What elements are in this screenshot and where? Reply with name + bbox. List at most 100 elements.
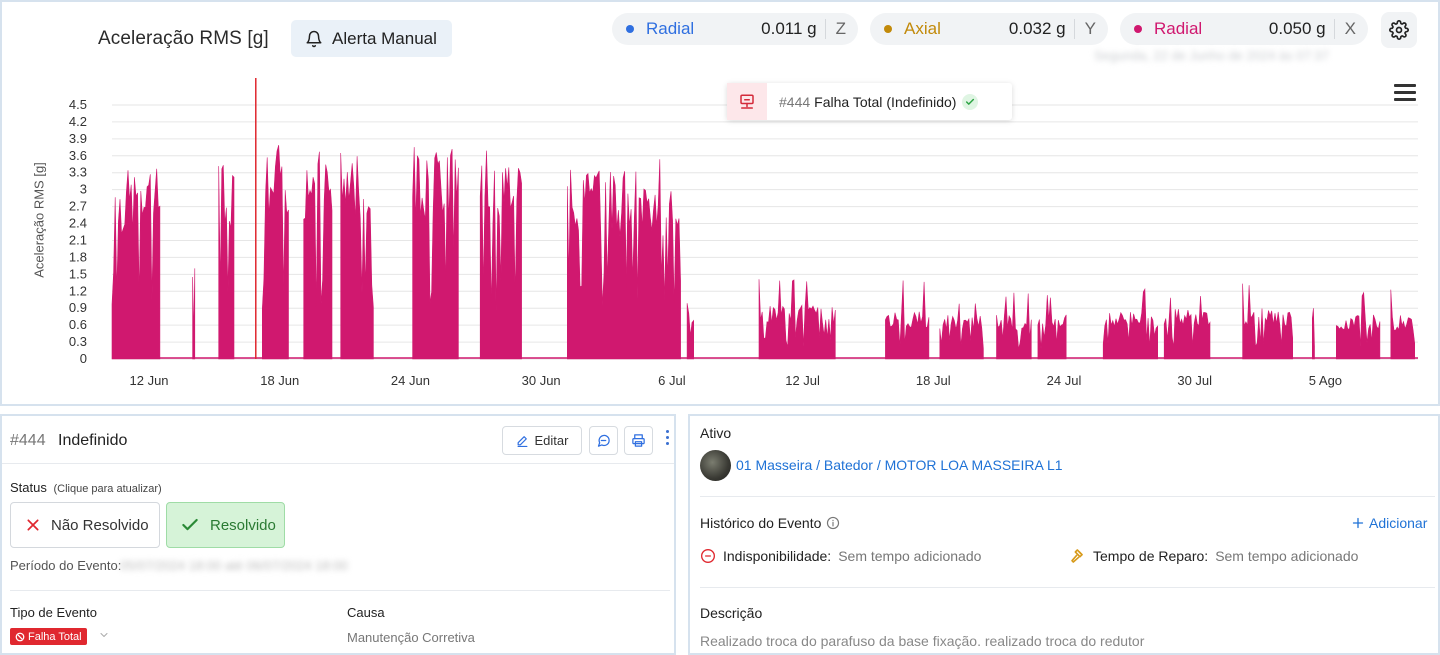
event-number: #444 <box>10 432 46 449</box>
event-period-value: 05/07/2024 18:00 até 06/07/2024 18:00 <box>120 558 348 573</box>
series-burst <box>261 145 289 360</box>
cause-value: Manutenção Corretiva <box>347 630 475 645</box>
asset-link[interactable]: 01 Masseira / Batedor / MOTOR LOA MASSEI… <box>736 457 1063 473</box>
status-section: Status (Clique para atualizar) <box>10 480 162 495</box>
description-label: Descrição <box>700 605 763 621</box>
y-tick-label: 0.6 <box>69 317 87 332</box>
x-tick-label: 18 Jun <box>260 373 299 388</box>
series-burst <box>996 292 1032 360</box>
repair-time-value: Sem tempo adicionado <box>1215 548 1359 564</box>
failure-icon <box>727 83 767 120</box>
repair-time-row: Tempo de Reparo: Sem tempo adicionado <box>1070 548 1358 564</box>
series-burst <box>939 303 984 360</box>
divider <box>700 496 1435 497</box>
add-button[interactable]: Adicionar <box>1352 515 1427 531</box>
tooltip-event-number: #444 <box>779 93 811 110</box>
repair-time-label: Tempo de Reparo: <box>1093 548 1209 564</box>
series-burst <box>479 150 522 360</box>
power-off-icon <box>701 549 715 563</box>
series-burst <box>1336 291 1381 360</box>
unavailability-row: Indisponibilidade: Sem tempo adicionado <box>700 548 981 564</box>
y-tick-label: 2.4 <box>69 216 87 231</box>
event-detail-card: Ativo 01 Masseira / Batedor / MOTOR LOA … <box>688 414 1440 655</box>
asset-label: Ativo <box>700 425 732 441</box>
y-tick-label: 0.3 <box>69 334 87 349</box>
x-tick-label: 12 Jun <box>130 373 169 388</box>
unavailability-label: Indisponibilidade: <box>723 548 832 564</box>
y-tick-label: 3.9 <box>69 131 87 146</box>
unavailability-value: Sem tempo adicionado <box>838 548 982 564</box>
event-card-header: #444 Indefinido Editar <box>2 416 674 464</box>
event-type-badge[interactable]: Falha Total <box>10 628 87 645</box>
tooltip-event-status: (Indefinido) <box>886 93 957 110</box>
y-tick-label: 3.3 <box>69 165 87 180</box>
status-hint: (Clique para atualizar) <box>53 483 162 495</box>
series-burst <box>1312 308 1315 360</box>
y-tick-label: 0 <box>80 351 87 366</box>
series-burst <box>1242 283 1293 360</box>
y-tick-label: 1.8 <box>69 249 87 264</box>
check-icon <box>962 93 979 110</box>
asset-avatar <box>700 450 731 481</box>
x-tick-label: 30 Jul <box>1177 373 1212 388</box>
x-tick-label: 24 Jun <box>391 373 430 388</box>
resolved-button[interactable]: Resolvido <box>166 502 285 548</box>
close-icon <box>27 519 39 531</box>
series-burst <box>885 280 930 360</box>
series-burst <box>1390 289 1415 360</box>
comment-button[interactable] <box>589 426 618 455</box>
event-tooltip[interactable]: #444 Falha Total (Indefinido) <box>727 83 1012 120</box>
series-burst <box>218 165 235 360</box>
chevron-down-icon[interactable] <box>98 629 110 641</box>
more-options-icon[interactable] <box>662 430 672 450</box>
y-tick-label: 4.5 <box>69 97 87 112</box>
y-tick-label: 2.1 <box>69 232 87 247</box>
edit-button[interactable]: Editar <box>502 426 582 455</box>
chart-panel: Aceleração RMS [g] Alerta Manual Radial … <box>0 0 1440 406</box>
cause-label: Causa <box>347 605 385 620</box>
event-type-label: Tipo de Evento <box>10 605 97 620</box>
event-name: Indefinido <box>58 432 128 449</box>
pencil-icon <box>517 436 527 447</box>
series-burst <box>1163 295 1211 360</box>
status-label: Status <box>10 480 47 495</box>
divider <box>10 590 670 591</box>
x-tick-label: 12 Jul <box>785 373 820 388</box>
resolved-label: Resolvido <box>210 516 276 534</box>
check-icon <box>182 518 198 531</box>
print-button[interactable] <box>624 426 653 455</box>
x-tick-label: 30 Jun <box>522 373 561 388</box>
chat-icon <box>597 434 610 447</box>
series-burst <box>1037 295 1067 360</box>
series-burst <box>1102 288 1158 360</box>
y-tick-label: 3.6 <box>69 148 87 163</box>
info-icon[interactable] <box>826 516 840 530</box>
add-label: Adicionar <box>1369 515 1428 531</box>
x-tick-label: 5 Ago <box>1309 373 1342 388</box>
x-tick-label: 6 Jul <box>658 373 686 388</box>
plus-icon <box>1352 517 1364 529</box>
y-tick-label: 1.2 <box>69 283 87 298</box>
unresolved-label: Não Resolvido <box>51 516 149 534</box>
y-tick-label: 4.2 <box>69 114 87 129</box>
event-period-label: Período do Evento: <box>10 558 122 573</box>
x-tick-label: 18 Jul <box>916 373 951 388</box>
description-value: Realizado troca do parafuso da base fixa… <box>700 633 1145 649</box>
hammer-icon <box>1071 549 1083 563</box>
event-card: #444 Indefinido Editar Status (Clique pa… <box>0 414 676 655</box>
y-tick-label: 2.7 <box>69 199 87 214</box>
unresolved-button[interactable]: Não Resolvido <box>10 502 160 548</box>
acceleration-chart[interactable]: 0 0.3 0.6 0.9 1.2 1.5 1.8 2.12.4 2.7 3 3.3 3.6 3.9 4.… <box>2 2 1438 404</box>
history-label: Histórico do Evento <box>700 515 822 531</box>
event-type-value: Falha Total <box>28 630 82 643</box>
y-tick-label: 1.5 <box>69 266 87 281</box>
series-burst <box>686 303 695 360</box>
y-tick-label: 3 <box>80 182 87 197</box>
printer-icon <box>632 434 645 447</box>
series-burst <box>303 151 333 360</box>
edit-label: Editar <box>534 433 569 448</box>
y-tick-label: 0.9 <box>69 300 87 315</box>
series-burst <box>340 152 374 360</box>
tooltip-event-name: Falha Total <box>814 93 883 110</box>
series-burst <box>412 147 459 360</box>
